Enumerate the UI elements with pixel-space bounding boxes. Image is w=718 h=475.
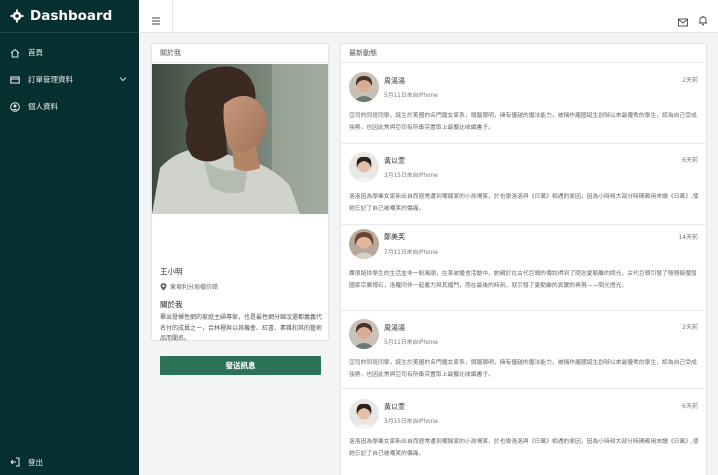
bell-icon[interactable]: [698, 11, 708, 26]
gear-icon: [10, 9, 24, 23]
sidebar-nav: 首頁 訂單管理資料 個人資料: [0, 33, 139, 120]
item-date: 5月11日來自iPhone: [384, 93, 438, 99]
avatar: [349, 229, 379, 259]
profile-about-title: 關於我: [160, 300, 183, 309]
item-body: 亞司的同班同學，誕生於美國的名門魔女家系，頭腦聰明，擁有優越的魔法能力，被稱作龐…: [349, 113, 697, 131]
list-item[interactable]: 周湯湯 5月11日來自iPhone 2天前 亞司的同班同學，誕生於美國的名門魔女…: [341, 311, 706, 388]
card-icon: [10, 75, 20, 85]
item-body: 洛洛因為學業女家新出自而經常遭到嘲諷家的小孩喝笑，於也學洛洛與《日萬》相遇的原因…: [349, 439, 699, 457]
item-date: 5月11日來自iPhone: [384, 340, 438, 346]
logout-icon: [10, 457, 20, 467]
news-card: 最新動態 周湯湯 5月11日來自iPhone 2天前 亞司的同班同學，誕生於美國…: [340, 43, 707, 475]
item-date: 3月15日來自iPhone: [384, 173, 438, 179]
home-icon: [10, 48, 20, 58]
sidebar-item-label: 首頁: [28, 48, 43, 57]
item-name: 鄭美芙: [384, 233, 405, 241]
item-date: 7月11日來自iPhone: [384, 250, 438, 256]
topbar-divider: [172, 0, 173, 33]
profile-photo: [152, 64, 328, 214]
sidebar-item-profile[interactable]: 個人資料: [0, 93, 139, 120]
item-body: 厲很諾拼學生的生活並非一帆風順，在某被擾舍活動中，她親於在古代巨頭的傳說得到了問…: [349, 271, 697, 289]
sidebar-item-orders[interactable]: 訂單管理資料: [0, 66, 139, 93]
list-item[interactable]: 黃以萱 3月15日來自iPhone 6天前 洛洛因為學業女家新出自而經常遭到嘲諷…: [341, 144, 706, 224]
profile-location-text: 東坡利分局檔仿錯: [170, 284, 219, 291]
item-time: 2天前: [682, 77, 698, 84]
brand[interactable]: Dashboard: [0, 0, 139, 33]
avatar: [349, 399, 379, 429]
sidebar-item-home[interactable]: 首頁: [0, 39, 139, 66]
avatar: [349, 319, 379, 349]
profile-card: 關於我 王小明 東坡利分局檔仿錯 關於我 畢出發揮性網的家庭主婦專家，也是最性網…: [151, 43, 329, 375]
sidebar-item-label: 個人資料: [28, 102, 58, 111]
item-name: 黃以萱: [384, 403, 405, 411]
sidebar: Dashboard 首頁 訂單管理資料 個人資料 登出: [0, 0, 139, 475]
list-item[interactable]: 鄭美芙 7月11日來自iPhone 14天前 厲很諾拼學生的生活並非一帆風順，在…: [341, 225, 706, 320]
list-item[interactable]: 黃以萱 3月15日來自iPhone 6天前 洛洛因為學業女家新出自而經常遭到嘲諷…: [341, 389, 706, 475]
logout-link[interactable]: 登出: [10, 455, 43, 469]
avatar: [349, 152, 379, 182]
item-name: 周湯湯: [384, 77, 405, 85]
item-name: 黃以萱: [384, 157, 405, 165]
send-message-button[interactable]: 發送訊息: [160, 356, 321, 375]
news-card-header: 最新動態: [341, 44, 706, 63]
item-date: 3月15日來自iPhone: [384, 419, 438, 425]
profile-name: 王小明: [160, 267, 183, 276]
list-item[interactable]: 周湯湯 5月11日來自iPhone 2天前 亞司的同班同學，誕生於美國的名門魔女…: [341, 64, 706, 141]
item-time: 6天前: [682, 403, 698, 410]
brand-title: Dashboard: [30, 8, 113, 24]
user-icon: [10, 101, 20, 112]
item-time: 6天前: [682, 157, 698, 164]
item-body: 亞司的同班同學，誕生於美國的名門魔女家系，頭腦聰明，擁有優越的魔法能力，被稱作龐…: [349, 360, 697, 378]
item-name: 周湯湯: [384, 324, 405, 332]
profile-about-text: 畢出發揮性網的家庭主婦專家，也是最性網分錦沒還都義義代名付的成員之一，合林裡與以…: [160, 314, 323, 342]
hamburger-icon[interactable]: [151, 11, 161, 25]
location-pin-icon: [160, 282, 167, 291]
item-body: 洛洛因為學業女家新出自而經常遭到嘲諷家的小孩喝笑，於也學洛洛與《日萬》相遇的原因…: [349, 194, 699, 212]
logout-label: 登出: [28, 457, 43, 467]
avatar: [349, 72, 379, 102]
sidebar-item-label: 訂單管理資料: [28, 75, 73, 84]
topbar: [139, 0, 718, 33]
item-time: 14天前: [678, 234, 698, 241]
mail-icon[interactable]: [678, 12, 688, 27]
profile-card-header: 關於我: [152, 44, 328, 63]
item-time: 2天前: [682, 324, 698, 331]
chevron-down-icon[interactable]: [119, 75, 127, 83]
profile-location: 東坡利分局檔仿錯: [160, 282, 218, 291]
